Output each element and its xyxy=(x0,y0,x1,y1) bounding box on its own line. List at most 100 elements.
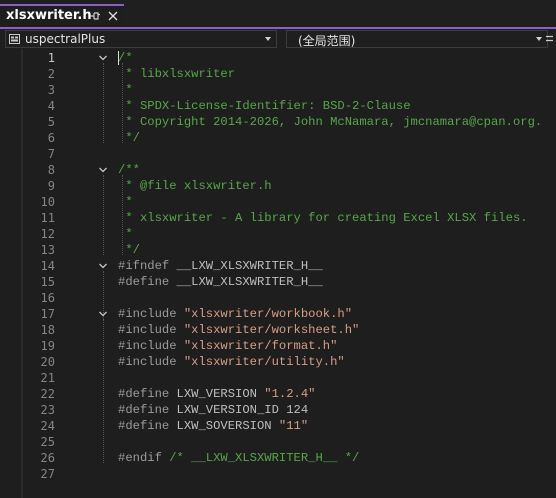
code-token: /* __LXW_XLSXWRITER_H__ */ xyxy=(169,451,360,465)
code-token: "xlsxwriter/worksheet.h" xyxy=(183,323,360,337)
code-line[interactable]: 1 /* xyxy=(0,50,556,66)
line-number: 3 xyxy=(47,83,55,97)
code-line[interactable]: 17 #include "xlsxwriter/workbook.h" xyxy=(0,306,556,322)
code-line[interactable]: 27 xyxy=(0,466,556,482)
code-line[interactable]: 2 * libxlsxwriter xyxy=(0,66,556,82)
code-line[interactable]: 5 * Copyright 2014-2026, John McNamara, … xyxy=(0,114,556,130)
line-number: 27 xyxy=(40,467,55,481)
code-text: #include "xlsxwriter/worksheet.h" xyxy=(118,322,359,338)
fold-chevron-icon[interactable] xyxy=(98,53,108,63)
code-line[interactable]: 7 xyxy=(0,146,556,162)
code-line[interactable]: 10 * xyxy=(0,194,556,210)
code-text: * Copyright 2014-2026, John McNamara, jm… xyxy=(118,114,542,130)
code-line[interactable]: 26 #endif /* __LXW_XLSXWRITER_H__ */ xyxy=(0,450,556,466)
code-text: * xyxy=(118,194,132,210)
code-line[interactable]: 4 * SPDX-License-Identifier: BSD-2-Claus… xyxy=(0,98,556,114)
code-token: #include xyxy=(118,339,184,353)
code-token: #include xyxy=(118,355,184,369)
line-number: 17 xyxy=(40,307,55,321)
code-token: "1.2.4" xyxy=(264,387,316,401)
split-view-icon[interactable] xyxy=(545,34,554,43)
line-number: 2 xyxy=(47,67,55,81)
code-line[interactable]: 16 xyxy=(0,290,556,306)
pin-icon[interactable] xyxy=(89,10,101,22)
code-line[interactable]: 24 #define LXW_SOVERSION "11" xyxy=(0,418,556,434)
tab-xlsxwriter-h[interactable]: xlsxwriter.h xyxy=(0,4,124,27)
code-line[interactable]: 14 #ifndef __LXW_XLSXWRITER_H__ xyxy=(0,258,556,274)
code-line[interactable]: 25 xyxy=(0,434,556,450)
line-number: 7 xyxy=(47,147,55,161)
line-number: 6 xyxy=(47,131,55,145)
line-number: 26 xyxy=(40,451,55,465)
code-line[interactable]: 3 * xyxy=(0,82,556,98)
line-number: 1 xyxy=(47,51,55,65)
line-number: 10 xyxy=(40,195,55,209)
code-token: * libxlsxwriter xyxy=(118,67,236,81)
project-icon xyxy=(9,34,20,44)
code-text: #include "xlsxwriter/format.h" xyxy=(118,338,337,354)
code-token: #include xyxy=(118,323,184,337)
scope-name: (全局范围) xyxy=(298,34,356,48)
code-token: */ xyxy=(118,131,140,145)
code-line[interactable]: 21 xyxy=(0,370,556,386)
code-text: /* xyxy=(118,50,133,66)
code-editor[interactable]: 1/* 2 * libxlsxwriter 3 * 4 * SPDX-License-… xyxy=(0,49,556,498)
fold-chevron-icon[interactable] xyxy=(98,261,108,271)
line-number: 20 xyxy=(40,355,55,369)
code-text: * xyxy=(118,226,132,242)
line-number: 13 xyxy=(40,243,55,257)
line-number: 11 xyxy=(40,211,55,225)
code-line[interactable]: 18 #include "xlsxwriter/worksheet.h" xyxy=(0,322,556,338)
code-token: */ xyxy=(118,243,140,257)
line-number: 15 xyxy=(40,275,55,289)
code-line[interactable]: 8 /** xyxy=(0,162,556,178)
code-line[interactable]: 13 */ xyxy=(0,242,556,258)
code-token: * xlsxwriter - A library for creating Ex… xyxy=(118,211,528,225)
navigation-bar: uspectralPlus (全局范围) xyxy=(0,29,556,49)
code-text: #define __LXW_XLSXWRITER_H__ xyxy=(118,274,323,290)
line-number: 19 xyxy=(40,339,55,353)
code-token: /** xyxy=(118,163,140,177)
code-text: /** xyxy=(118,162,140,178)
code-text: */ xyxy=(118,130,140,146)
line-number: 5 xyxy=(47,115,55,129)
code-text: #include "xlsxwriter/workbook.h" xyxy=(118,306,352,322)
code-line[interactable]: 12 * xyxy=(0,226,556,242)
code-token: "11" xyxy=(278,419,309,433)
code-token: LXW_SOVERSION xyxy=(176,419,279,433)
code-text: #define LXW_SOVERSION "11" xyxy=(118,418,308,434)
project-dropdown[interactable]: uspectralPlus xyxy=(5,30,277,48)
code-line[interactable]: 6 */ xyxy=(0,130,556,146)
line-number: 23 xyxy=(40,403,55,417)
code-line[interactable]: 20 #include "xlsxwriter/utility.h" xyxy=(0,354,556,370)
code-text: #include "xlsxwriter/utility.h" xyxy=(118,354,345,370)
code-token: __LXW_XLSXWRITER_H__ xyxy=(176,275,323,289)
code-line[interactable]: 9 * @file xlsxwriter.h xyxy=(0,178,556,194)
line-number: 12 xyxy=(40,227,55,241)
chevron-down-icon xyxy=(536,37,542,41)
code-token: __LXW_XLSXWRITER_H__ xyxy=(176,259,323,273)
line-number: 16 xyxy=(40,291,55,305)
line-number: 8 xyxy=(47,163,55,177)
code-text: #define LXW_VERSION "1.2.4" xyxy=(118,386,315,402)
code-line[interactable]: 15 #define __LXW_XLSXWRITER_H__ xyxy=(0,274,556,290)
code-token: #ifndef xyxy=(118,259,177,273)
code-token: LXW_VERSION_ID 124 xyxy=(176,403,309,417)
code-token: #define xyxy=(118,275,177,289)
code-line[interactable]: 19 #include "xlsxwriter/format.h" xyxy=(0,338,556,354)
code-text: #ifndef __LXW_XLSXWRITER_H__ xyxy=(118,258,323,274)
code-line[interactable]: 11 * xlsxwriter - A library for creating… xyxy=(0,210,556,226)
fold-chevron-icon[interactable] xyxy=(98,165,108,175)
code-token: * Copyright 2014-2026, John McNamara, jm… xyxy=(118,115,543,129)
close-icon[interactable] xyxy=(107,10,119,22)
line-number: 25 xyxy=(40,435,55,449)
code-line[interactable]: 23 #define LXW_VERSION_ID 124 xyxy=(0,402,556,418)
scope-dropdown[interactable]: (全局范围) xyxy=(286,30,548,48)
fold-chevron-icon[interactable] xyxy=(98,309,108,319)
code-token: #include xyxy=(118,307,184,321)
line-number: 24 xyxy=(40,419,55,433)
code-text: #endif /* __LXW_XLSXWRITER_H__ */ xyxy=(118,450,359,466)
code-line[interactable]: 22 #define LXW_VERSION "1.2.4" xyxy=(0,386,556,402)
tab-title: xlsxwriter.h xyxy=(6,8,92,23)
code-token: * xyxy=(118,83,133,97)
